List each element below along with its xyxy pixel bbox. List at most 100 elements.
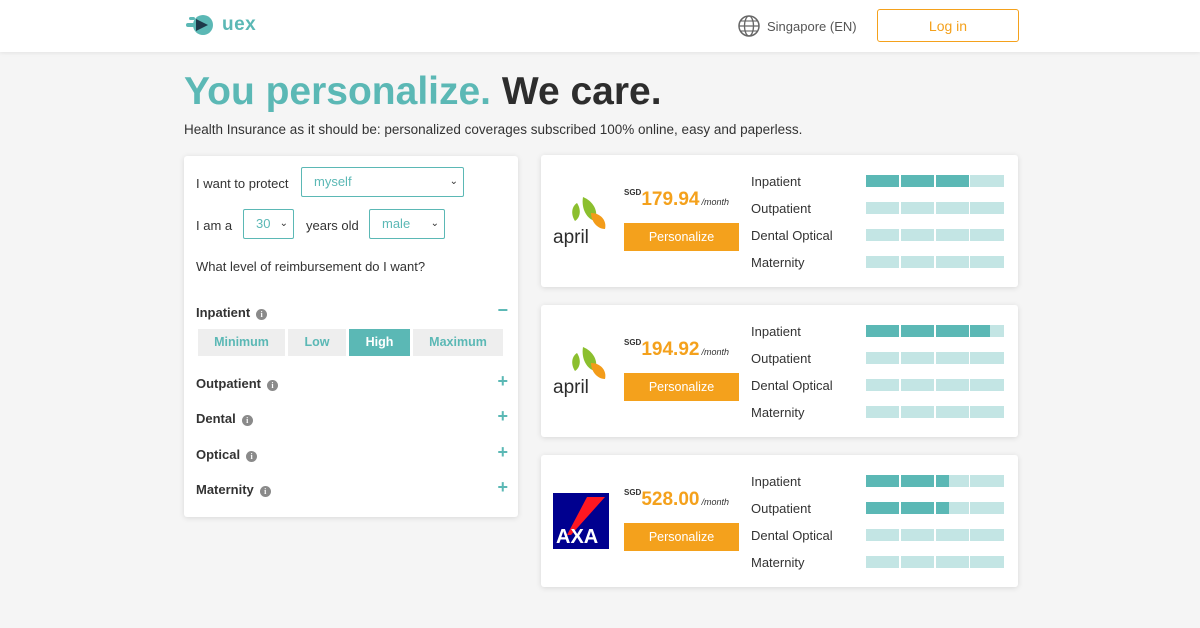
coverage-bar [866, 325, 1005, 337]
coverage-bar [866, 202, 1005, 214]
age-suffix-label: years old [306, 218, 359, 233]
login-button[interactable]: Log in [877, 9, 1019, 42]
coverage-bar-fill [935, 502, 949, 514]
brand-logo[interactable]: uex [186, 12, 256, 38]
coverage-bar-fill [935, 475, 949, 487]
coverage-item: Outpatient [751, 500, 1006, 527]
coverage-list: Inpatient Outpatient Dental Optical Mate… [751, 173, 1006, 281]
coverage-bar-segment [970, 202, 1004, 214]
coverage-bar-fill [866, 502, 900, 514]
coverage-item: Outpatient [751, 350, 1006, 377]
coverage-bar-fill [935, 325, 969, 337]
coverage-bar-fill [866, 475, 900, 487]
coverage-name: Maternity [751, 405, 805, 420]
level-option-minimum[interactable]: Minimum [198, 329, 285, 356]
coverage-bar [866, 475, 1005, 487]
protect-select[interactable]: myself ⌄ [301, 167, 464, 197]
coverage-row-maternity[interactable]: Maternity i + [196, 477, 508, 501]
info-icon[interactable]: i [241, 415, 253, 426]
april-logo: april [553, 347, 606, 398]
personalize-button[interactable]: Personalize [624, 223, 739, 251]
coverage-bar-segment [900, 556, 934, 568]
info-icon[interactable]: i [256, 309, 268, 320]
level-option-high[interactable]: High [349, 329, 410, 356]
coverage-bar-segment [970, 502, 1004, 514]
price-period: /month [701, 497, 729, 507]
level-option-low[interactable]: Low [288, 329, 346, 356]
coverage-item: Dental Optical [751, 227, 1006, 254]
coverage-bar-segment [935, 529, 969, 541]
coverage-bar-segment [935, 406, 969, 418]
coverage-bar-segment [900, 175, 934, 187]
page-subtitle: Health Insurance as it should be: person… [184, 122, 803, 137]
price-currency: SGD [624, 338, 642, 347]
coverage-list: Inpatient Outpatient Dental Optical Mate… [751, 473, 1006, 581]
coverage-bar-fill [900, 475, 934, 487]
protect-select-value: myself [314, 174, 352, 189]
expand-icon[interactable]: + [497, 477, 508, 498]
coverage-bar-segment [970, 406, 1004, 418]
plan-card: AXA SGD528.00/month Personalize Inpatien… [541, 455, 1018, 587]
coverage-name: Maternity [751, 555, 805, 570]
coverage-item: Maternity [751, 404, 1006, 431]
price-period: /month [701, 197, 729, 207]
expand-icon[interactable]: + [497, 371, 508, 392]
gender-select[interactable]: male ⌄ [369, 209, 445, 239]
coverage-name: Maternity [751, 255, 805, 270]
personalize-button[interactable]: Personalize [624, 523, 739, 551]
region-selector[interactable]: Singapore (EN) [738, 15, 857, 37]
age-select[interactable]: 30 ⌄ [243, 209, 294, 239]
coverage-bar-fill [970, 325, 991, 337]
info-icon[interactable]: i [246, 451, 258, 462]
info-icon[interactable]: i [267, 380, 278, 391]
info-icon[interactable]: i [259, 486, 271, 497]
coverage-row-dental[interactable]: Dental i + [196, 406, 508, 430]
top-header: uex Singapore (EN) Log in [0, 0, 1200, 52]
coverage-label: Dental [196, 411, 236, 426]
coverage-bar-segment [866, 502, 900, 514]
coverage-bar-fill [900, 502, 934, 514]
coverage-bar-segment [970, 475, 1004, 487]
coverage-bar-fill [866, 175, 900, 187]
coverage-bar-segment [900, 352, 934, 364]
title-part-1: You personalize. [184, 70, 492, 113]
coverage-bar-segment [866, 406, 900, 418]
coverage-name: Outpatient [751, 501, 811, 516]
coverage-bar [866, 175, 1005, 187]
coverage-bar [866, 529, 1005, 541]
coverage-bar-segment [900, 202, 934, 214]
coverage-name: Outpatient [751, 351, 811, 366]
coverage-bar-segment [866, 256, 900, 268]
uex-logo-icon [186, 15, 213, 35]
coverage-item: Inpatient [751, 473, 1006, 500]
coverage-bar-segment [866, 556, 900, 568]
coverage-bar-segment [970, 325, 1004, 337]
price-currency: SGD [624, 488, 642, 497]
coverage-bar-segment [866, 229, 900, 241]
coverage-bar-segment [935, 379, 969, 391]
coverage-row-optical[interactable]: Optical i + [196, 442, 508, 466]
title-part-2: We care. [501, 70, 662, 113]
coverage-bar-fill [935, 175, 969, 187]
coverage-bar-segment [970, 529, 1004, 541]
coverage-bar-segment [970, 229, 1004, 241]
coverage-bar-segment [935, 352, 969, 364]
coverage-item: Dental Optical [751, 527, 1006, 554]
coverage-label: Optical [196, 447, 241, 462]
level-option-maximum[interactable]: Maximum [413, 329, 503, 356]
age-prefix-label: I am a [196, 218, 233, 233]
expand-icon[interactable]: + [497, 406, 508, 427]
expand-icon[interactable]: + [497, 442, 508, 463]
coverage-bar-segment [866, 475, 900, 487]
coverage-bar [866, 256, 1005, 268]
coverage-bar-segment [935, 202, 969, 214]
plan-price: SGD528.00/month [624, 488, 729, 511]
personalize-button[interactable]: Personalize [624, 373, 739, 401]
coverage-name: Dental Optical [751, 528, 833, 543]
age-select-value: 30 [256, 216, 271, 231]
collapse-icon[interactable]: − [497, 300, 508, 321]
coverage-row-inpatient[interactable]: Inpatient i − [196, 300, 508, 324]
coverage-bar-segment [900, 475, 934, 487]
coverage-row-outpatient[interactable]: Outpatient i + [196, 371, 508, 395]
coverage-bar-segment [900, 229, 934, 241]
